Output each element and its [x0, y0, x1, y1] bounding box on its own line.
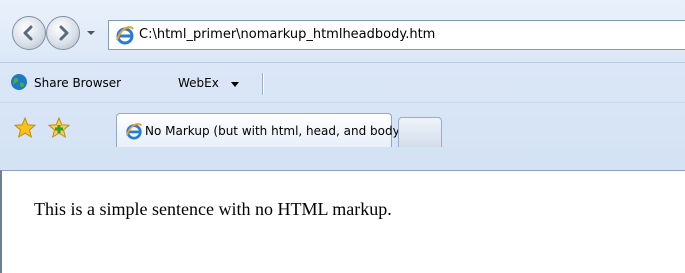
- webex-dropdown-icon[interactable]: [230, 82, 240, 88]
- ie-tab-icon: [125, 123, 143, 140]
- address-bar[interactable]: C:\html_primer\nomarkup_htmlheadbody.htm: [108, 20, 685, 50]
- tab-active[interactable]: No Markup (but with html, head, and body…: [116, 113, 434, 147]
- address-text[interactable]: C:\html_primer\nomarkup_htmlheadbody.htm: [139, 27, 435, 42]
- new-tab-button[interactable]: [398, 117, 442, 147]
- history-dropdown-icon[interactable]: [84, 26, 98, 40]
- webex-button[interactable]: WebEx: [178, 76, 219, 90]
- back-button[interactable]: [12, 16, 46, 50]
- favorites-star-icon[interactable]: [14, 117, 36, 139]
- navigation-bar: C:\html_primer\nomarkup_htmlheadbody.htm: [0, 0, 685, 62]
- forward-arrow-icon: [59, 25, 69, 41]
- browser-chrome: C:\html_primer\nomarkup_htmlheadbody.htm…: [0, 0, 685, 170]
- back-arrow-icon: [23, 25, 33, 41]
- tab-row: No Markup (but with html, head, and body…: [0, 102, 685, 171]
- page-text: This is a simple sentence with no HTML m…: [34, 199, 392, 219]
- page-content: This is a simple sentence with no HTML m…: [0, 170, 685, 273]
- add-favorite-icon[interactable]: [48, 117, 70, 139]
- share-browser-button[interactable]: Share Browser: [34, 76, 121, 90]
- ie-page-icon: [116, 26, 134, 45]
- forward-button[interactable]: [46, 16, 80, 50]
- links-toolbar: Share Browser WebEx: [0, 62, 685, 103]
- toolbar-separator: [262, 73, 263, 95]
- tab-title: No Markup (but with html, head, and body…: [145, 124, 435, 138]
- globe-icon: [11, 74, 27, 90]
